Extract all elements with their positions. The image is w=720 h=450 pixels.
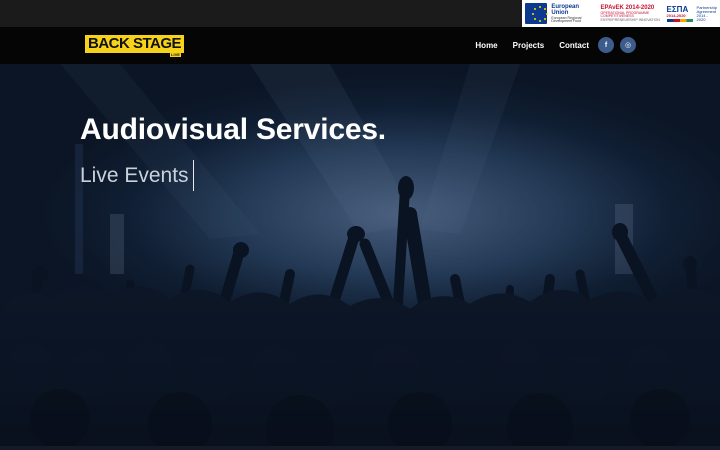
nav-contact-link[interactable]: Contact [559,41,589,50]
hero-subtitle-rotator: Live Events [80,160,194,191]
nav-projects-link[interactable]: Projects [513,41,545,50]
nav-menu: Home Projects Contact f ◎ [475,37,636,53]
backstage-logo[interactable]: BACK STAGE LIVE [85,35,185,57]
eu-flag-icon [525,3,548,24]
espa-years: 2014-2020 [666,12,686,18]
logo-live-tag: LIVE [170,52,181,57]
top-strip: European Union European Regional Develop… [0,0,720,27]
nav-home-link[interactable]: Home [475,41,497,50]
hero-section: Audiovisual Services. Live Events [0,64,720,446]
epanek-logo: ΕΡΑνΕΚ 2014-2020 OPERATIONAL PROGRAMME C… [601,5,663,23]
epanek-title: ΕΡΑνΕΚ 2014-2020 [600,4,655,11]
espa-color-bar [666,18,693,22]
instagram-icon[interactable]: ◎ [620,37,636,53]
eu-label: European Union European Regional Develop… [551,4,596,24]
eu-subtitle: European Regional Development Fund [551,15,582,23]
partner-line-3: 2014 - 2020 [696,12,708,22]
logo-text: BACK STAGE [88,35,182,52]
eu-funding-banner[interactable]: European Union European Regional Develop… [522,0,720,27]
bottom-strip [0,446,720,450]
partnership-label: Partnership Agreement 2014 - 2020 [696,5,717,22]
espa-logo: ΕΣΠΑ 2014-2020 [666,5,693,22]
eu-title: European Union [551,3,580,16]
hero-subtitle: Live Events [80,163,189,187]
main-navbar: BACK STAGE LIVE Home Projects Contact f … [0,27,720,64]
epanek-subtitle-2: ENTREPRENEURSHIP INNOVATION [600,17,660,22]
facebook-icon[interactable]: f [598,37,614,53]
hero-title: Audiovisual Services. [80,113,386,146]
typing-caret [192,160,194,191]
logo-box: BACK STAGE [85,35,185,53]
